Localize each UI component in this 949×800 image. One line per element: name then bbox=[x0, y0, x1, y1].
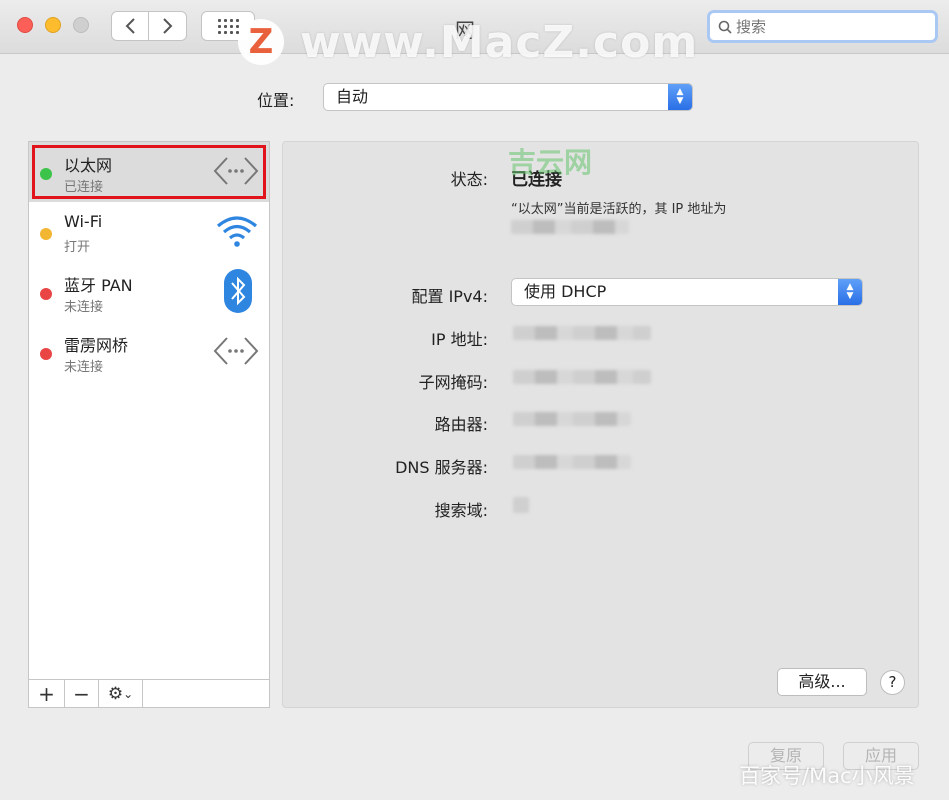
advanced-button[interactable]: 高级... bbox=[777, 668, 867, 696]
redacted-ip-value bbox=[513, 326, 651, 340]
thunderbolt-bridge-icon bbox=[213, 337, 259, 365]
zoom-window-button[interactable] bbox=[73, 17, 89, 33]
service-item-ethernet[interactable]: 以太网 已连接 bbox=[29, 142, 269, 202]
service-item-thunderbolt-bridge[interactable]: 雷雳网桥 未连接 bbox=[29, 322, 269, 382]
back-button[interactable] bbox=[111, 11, 149, 41]
ip-address-label: IP 地址: bbox=[431, 330, 488, 349]
status-label: 状态: bbox=[450, 170, 488, 189]
service-item-wifi[interactable]: Wi-Fi 打开 bbox=[29, 202, 269, 262]
network-preferences-window: 网 Z www.MacZ.com 位置: 自动 ▲▼ 以太网 已连接 bbox=[0, 0, 949, 800]
gear-icon: ⚙ bbox=[107, 683, 124, 704]
location-label: 位置: bbox=[257, 91, 295, 110]
redacted-search-domain-value bbox=[513, 497, 529, 513]
watermark-text: www.MacZ.com bbox=[300, 16, 699, 68]
grid-icon bbox=[217, 18, 239, 34]
location-select[interactable]: 自动 ▲ ▼ bbox=[323, 83, 693, 111]
redacted-dns-value bbox=[513, 455, 631, 469]
close-window-button[interactable] bbox=[17, 17, 33, 33]
watermark: Z www.MacZ.com bbox=[238, 16, 698, 68]
minimize-window-button[interactable] bbox=[45, 17, 61, 33]
configure-ipv4-value: 使用 DHCP bbox=[524, 282, 607, 301]
search-field[interactable] bbox=[707, 10, 938, 43]
service-name: Wi-Fi bbox=[64, 212, 103, 231]
watermark-green-text: 吉云网 bbox=[508, 146, 593, 179]
location-value: 自动 bbox=[336, 87, 369, 106]
service-status: 打开 bbox=[64, 240, 91, 255]
watermark-logo: Z bbox=[238, 19, 284, 65]
bluetooth-icon bbox=[224, 269, 252, 313]
add-service-button[interactable]: + bbox=[29, 680, 65, 707]
status-dot bbox=[40, 228, 52, 240]
footer-spacer bbox=[143, 680, 269, 707]
configure-ipv4-select[interactable]: 使用 DHCP ▲ ▼ bbox=[511, 278, 863, 306]
watermark-bottom-text: 百家号/Mac小风景 bbox=[739, 764, 915, 788]
service-list-toolbar: + − ⚙ ⌄ bbox=[29, 679, 269, 707]
service-name: 蓝牙 PAN bbox=[64, 276, 133, 295]
redacted-router-value bbox=[513, 412, 631, 426]
service-detail-panel: 状态: 已连接 “以太网”当前是活跃的，其 IP 地址为 配置 IPv4: 使用… bbox=[282, 141, 919, 708]
select-stepper-icon: ▲ ▼ bbox=[668, 84, 692, 110]
search-input[interactable] bbox=[736, 17, 916, 36]
subnet-mask-label: 子网掩码: bbox=[418, 373, 488, 392]
chevron-right-icon bbox=[162, 18, 172, 34]
selection-highlight bbox=[32, 145, 266, 199]
status-description: “以太网”当前是活跃的，其 IP 地址为 bbox=[511, 202, 727, 217]
search-icon bbox=[718, 20, 732, 34]
remove-service-button[interactable]: − bbox=[65, 680, 99, 707]
redacted-subnet-value bbox=[513, 370, 651, 384]
service-name: 雷雳网桥 bbox=[64, 336, 129, 355]
search-domain-label: 搜索域: bbox=[434, 501, 488, 520]
redacted-ip-address bbox=[511, 220, 629, 234]
forward-button[interactable] bbox=[149, 11, 187, 41]
dns-server-label: DNS 服务器: bbox=[395, 458, 488, 477]
chevron-down-icon: ⌄ bbox=[123, 686, 134, 701]
service-status: 未连接 bbox=[64, 360, 104, 375]
service-list: 以太网 已连接 Wi-Fi 打开 蓝牙 PAN 未连接 雷雳网桥 未连接 + −… bbox=[28, 141, 270, 708]
configure-ipv4-label: 配置 IPv4: bbox=[411, 287, 489, 306]
wifi-icon bbox=[216, 216, 258, 247]
action-menu-button[interactable]: ⚙ ⌄ bbox=[99, 680, 143, 707]
chevron-left-icon bbox=[125, 18, 135, 34]
status-dot bbox=[40, 348, 52, 360]
status-dot bbox=[40, 288, 52, 300]
router-label: 路由器: bbox=[434, 415, 488, 434]
select-stepper-icon: ▲ ▼ bbox=[838, 279, 862, 305]
help-button[interactable]: ? bbox=[880, 670, 905, 695]
service-item-bluetooth-pan[interactable]: 蓝牙 PAN 未连接 bbox=[29, 262, 269, 322]
service-status: 未连接 bbox=[64, 300, 104, 315]
